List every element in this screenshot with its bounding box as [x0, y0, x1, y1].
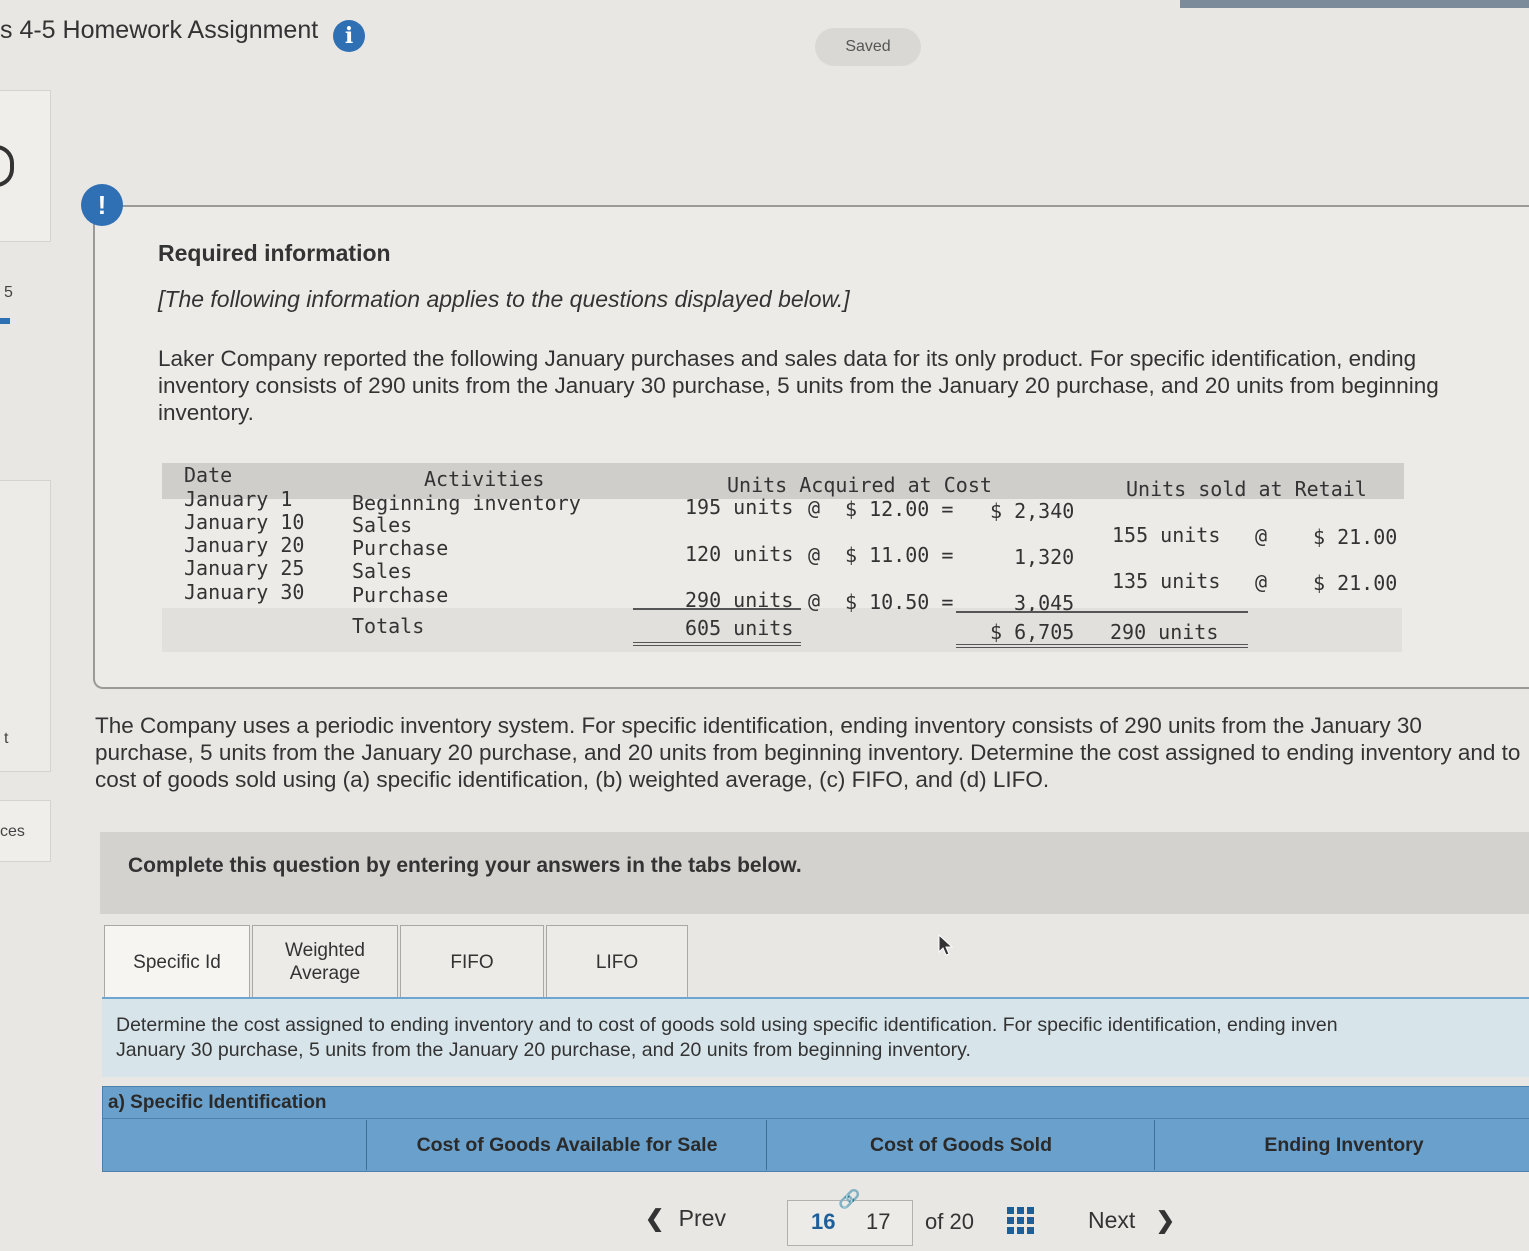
- table-row-activity: Purchase: [352, 583, 449, 607]
- saved-status-badge: Saved: [815, 28, 921, 66]
- table-row-date: January 25: [184, 556, 305, 580]
- table-row-acq-units: 120 units: [685, 542, 794, 566]
- table-row-at: @: [808, 496, 821, 520]
- next-label: Next: [1088, 1207, 1136, 1233]
- instruction-line-1: Determine the cost assigned to ending in…: [116, 1014, 1338, 1036]
- table-row-activity: Beginning inventory: [352, 491, 581, 515]
- mouse-cursor-icon: [938, 934, 954, 956]
- header-units-acquired: Units Acquired at Cost: [727, 473, 992, 497]
- left-item-references: ces: [0, 823, 25, 840]
- answer-table-divider: [102, 1118, 1529, 1119]
- table-row-sold-price: $ 21.00: [1313, 525, 1398, 549]
- table-row-at: @: [808, 543, 821, 567]
- instruction-line-2: January 30 purchase, 5 units from the Ja…: [116, 1039, 971, 1061]
- prev-label: Prev: [678, 1205, 726, 1231]
- amount-subtotal-line: [956, 611, 1248, 613]
- info-icon[interactable]: i: [333, 20, 365, 52]
- table-row-activity: Sales: [352, 559, 413, 583]
- left-item-5: 5: [4, 284, 13, 301]
- totals-sold-units: 290 units: [1110, 620, 1219, 644]
- link-icon: 🔗: [838, 1189, 861, 1209]
- header-units-sold: Units sold at Retail: [1126, 477, 1367, 501]
- page-total: of 20: [925, 1209, 974, 1234]
- chevron-right-icon: ❯: [1155, 1207, 1175, 1233]
- tab-label: LIFO: [595, 951, 639, 973]
- progress-ring-icon: [0, 145, 14, 187]
- question-text: The Company uses a periodic inventory sy…: [95, 713, 1521, 792]
- table-row-date: January 30: [184, 580, 305, 604]
- top-bar-hint: [1180, 0, 1529, 8]
- left-panel-card-2: [0, 480, 51, 772]
- table-row-activity: Purchase: [352, 536, 449, 560]
- totals-acq-total: $ 6,705: [990, 620, 1075, 644]
- page-current[interactable]: 16: [811, 1209, 835, 1235]
- required-info-title: Required information: [158, 240, 391, 266]
- units-subtotal-line: [633, 608, 801, 610]
- table-row-sold-price: $ 21.00: [1313, 571, 1398, 595]
- next-button[interactable]: Next ❯: [1088, 1207, 1175, 1234]
- table-row-date: January 1: [184, 487, 293, 511]
- table-row-activity: Sales: [352, 513, 413, 537]
- amount-total-double-line: [956, 644, 1248, 648]
- table-row-sold-at: @: [1255, 570, 1268, 594]
- column-ending-inventory: Ending Inventory: [1154, 1120, 1529, 1170]
- required-info-paragraph: Laker Company reported the following Jan…: [158, 346, 1439, 425]
- table-row-acq-cost: $ 12.00 =: [845, 497, 954, 521]
- grid-icon[interactable]: [1007, 1207, 1034, 1234]
- tab-specific-id[interactable]: Specific Id: [104, 925, 250, 998]
- table-row-sold-units: 135 units: [1112, 569, 1221, 593]
- tab-label: FIFO: [450, 951, 494, 973]
- table-row-at: @: [808, 589, 821, 613]
- required-info-note: [The following information applies to th…: [158, 286, 850, 312]
- tab-weighted-average[interactable]: Weighted Average: [252, 925, 398, 998]
- table-row-sold-units: 155 units: [1112, 523, 1221, 547]
- table-row-acq-units: 195 units: [685, 495, 794, 519]
- header-activities: Activities: [424, 467, 545, 491]
- table-row-acq-total: 1,320: [1014, 545, 1075, 569]
- instructions-text: Complete this question by entering your …: [128, 854, 802, 877]
- answer-table-title: a) Specific Identification: [108, 1092, 327, 1113]
- table-row-acq-total: $ 2,340: [990, 499, 1075, 523]
- alert-icon: !: [81, 184, 123, 226]
- left-progress-bar: [0, 318, 10, 324]
- left-item-t: t: [4, 730, 9, 747]
- assignment-title: s 4-5 Homework Assignment: [0, 16, 319, 44]
- units-total-double-line: [633, 642, 801, 646]
- totals-label: Totals: [352, 614, 425, 638]
- left-references-card[interactable]: ces: [0, 800, 51, 862]
- header-date: Date: [184, 463, 233, 487]
- tab-label: Weighted Average: [285, 940, 365, 984]
- tab-fifo[interactable]: FIFO: [400, 925, 544, 998]
- tab-label: Specific Id: [133, 951, 221, 973]
- table-row-sold-at: @: [1255, 524, 1268, 548]
- column-cost-available: Cost of Goods Available for Sale: [366, 1120, 767, 1170]
- tab-lifo[interactable]: LIFO: [546, 925, 688, 998]
- table-row-date: January 20: [184, 533, 305, 557]
- tab-instruction-text: Determine the cost assigned to ending in…: [116, 1013, 1526, 1063]
- table-row-acq-cost: $ 11.00 =: [845, 543, 954, 567]
- prev-button[interactable]: ❮ Prev: [645, 1205, 726, 1232]
- table-row-date: January 10: [184, 510, 305, 534]
- chevron-left-icon: ❮: [645, 1205, 665, 1231]
- totals-acq-units: 605 units: [685, 616, 794, 640]
- page-next-number[interactable]: 17: [866, 1209, 890, 1235]
- left-panel-card[interactable]: [0, 90, 51, 242]
- table-row-acq-cost: $ 10.50 =: [845, 590, 954, 614]
- column-cost-of-goods-sold: Cost of Goods Sold: [766, 1120, 1155, 1170]
